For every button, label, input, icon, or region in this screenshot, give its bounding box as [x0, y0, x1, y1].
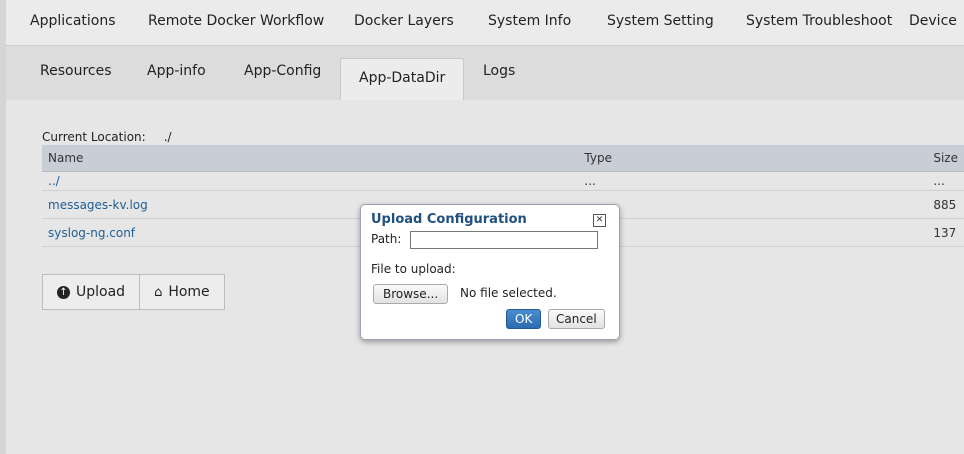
column-header-name[interactable]: Name [42, 145, 579, 172]
nav-applications[interactable]: Applications [30, 13, 116, 29]
column-header-type[interactable]: Type [578, 145, 928, 172]
tab-app-info[interactable]: App-info [147, 63, 206, 79]
home-button[interactable]: ⌂ Home [140, 274, 225, 310]
home-icon: ⌂ [154, 284, 163, 300]
column-header-size[interactable]: Size [927, 145, 964, 172]
sub-nav: Resources App-info App-Config App-DataDi… [6, 46, 964, 101]
ok-button[interactable]: OK [506, 309, 542, 329]
current-location-label: Current Location: [42, 130, 146, 144]
action-buttons: ↑ Upload ⌂ Home [42, 274, 225, 310]
current-location-value: ./ [163, 130, 172, 144]
file-size: 885 [927, 190, 964, 219]
tab-resources[interactable]: Resources [40, 63, 112, 79]
nav-docker-layers[interactable]: Docker Layers [354, 13, 454, 29]
table-header-row: Name Type Size [42, 145, 964, 172]
upload-button-label: Upload [76, 284, 126, 300]
nav-device[interactable]: Device [909, 13, 957, 29]
path-input[interactable] [410, 231, 598, 249]
file-to-upload-label: File to upload: [371, 262, 456, 276]
nav-system-info[interactable]: System Info [488, 13, 571, 29]
table-row[interactable]: ../ ... ... [42, 171, 964, 191]
tab-logs[interactable]: Logs [483, 63, 515, 79]
tab-app-datadir[interactable]: App-DataDir [340, 58, 465, 101]
nav-system-setting[interactable]: System Setting [607, 13, 714, 29]
browse-button[interactable]: Browse... [373, 284, 449, 304]
file-size: 137 [927, 218, 964, 247]
file-type [578, 190, 928, 219]
file-name-link[interactable]: ../ [42, 171, 579, 191]
nav-remote-docker-workflow[interactable]: Remote Docker Workflow [148, 13, 324, 29]
file-type [578, 218, 928, 247]
path-label: Path: [371, 232, 402, 246]
nav-system-troubleshoot[interactable]: System Troubleshoot [746, 13, 892, 29]
cancel-button[interactable]: Cancel [548, 309, 605, 329]
tab-app-config[interactable]: App-Config [244, 63, 321, 79]
file-type: ... [578, 171, 928, 191]
upload-button[interactable]: ↑ Upload [42, 274, 141, 310]
file-size: ... [927, 171, 964, 191]
top-nav: Applications Remote Docker Workflow Dock… [6, 0, 964, 46]
dialog-title: Upload Configuration [371, 212, 527, 227]
home-button-label: Home [168, 284, 210, 300]
current-location: Current Location: ./ [42, 130, 172, 144]
app-frame: Applications Remote Docker Workflow Dock… [6, 0, 964, 454]
close-icon[interactable]: ✕ [593, 214, 606, 227]
upload-icon: ↑ [57, 285, 70, 299]
upload-dialog: Upload Configuration ✕ Path: File to upl… [360, 204, 620, 340]
no-file-selected-text: No file selected. [460, 286, 557, 300]
